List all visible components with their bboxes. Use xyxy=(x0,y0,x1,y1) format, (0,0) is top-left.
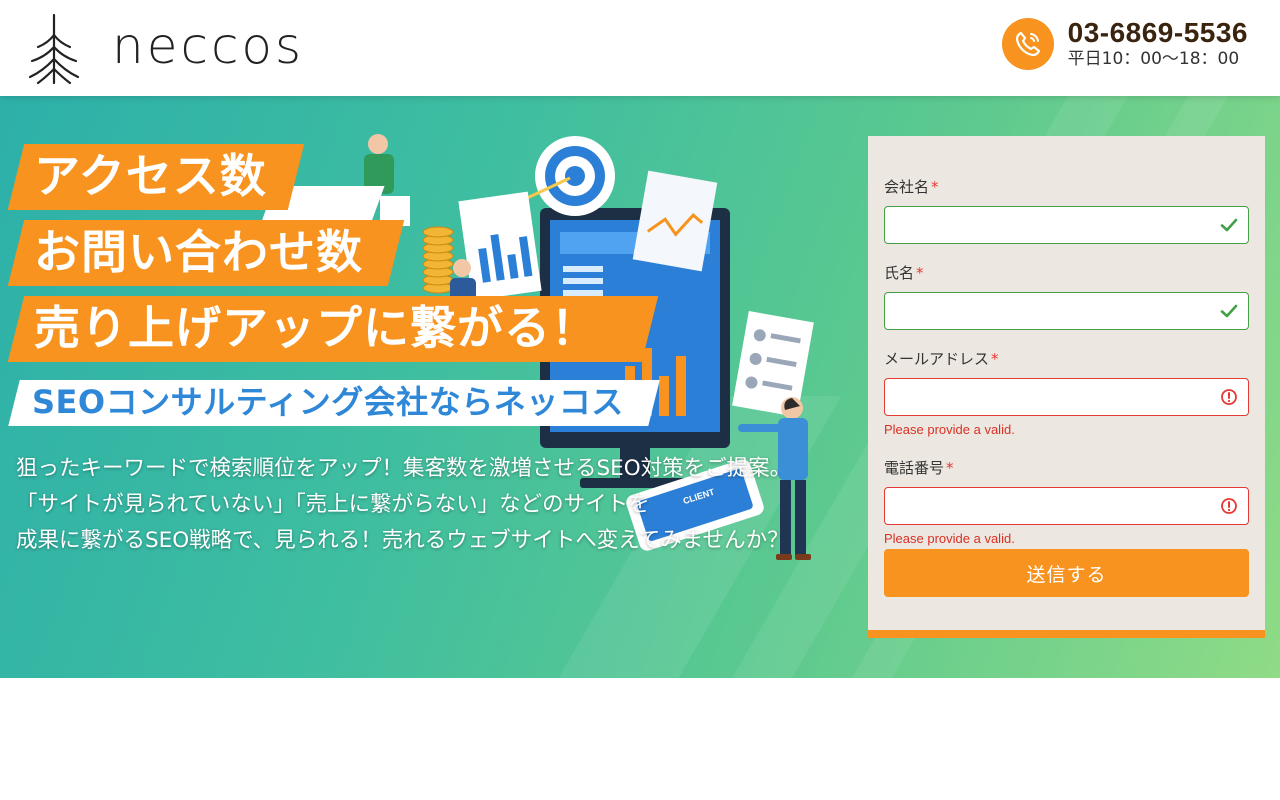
field-label: 氏名 * xyxy=(884,264,924,282)
catch-line-3: 売り上げアップに繋がる！ xyxy=(34,301,598,355)
field-phone: 電話番号 * Please provide a valid. xyxy=(884,457,1249,557)
field-email: メールアドレス * Please provide a valid. xyxy=(884,348,1249,457)
business-hours: 平日10：00〜18：00 xyxy=(1067,49,1240,70)
field-label: メールアドレス * xyxy=(884,350,999,368)
email-error: Please provide a valid. xyxy=(884,422,1015,437)
catch-line-1: アクセス数 xyxy=(34,149,267,203)
phone-error: Please provide a valid. xyxy=(884,531,1015,546)
hero-description: 狙ったキーワードで検索順位をアップ！集客数を激増させるSEO対策をご提案。 「サ… xyxy=(16,451,846,559)
contact-info: 03-6869-5536 平日10：00〜18：00 xyxy=(1001,18,1248,70)
site-header: neccos 03-6869-5536 平日10：00〜18：00 xyxy=(0,0,1280,96)
alert-circle-icon xyxy=(1221,389,1237,405)
description-line: 狙ったキーワードで検索順位をアップ！集客数を激増させるSEO対策をご提案。 xyxy=(16,456,792,481)
catch-line-2: お問い合わせ数 xyxy=(34,225,363,279)
field-label: 会社名 * xyxy=(884,178,939,196)
field-company: 会社名 * xyxy=(884,176,1249,262)
contact-form: 会社名 * 氏名 * メールアドレス * Please provide a valid… xyxy=(868,136,1265,638)
logo[interactable]: neccos xyxy=(28,12,358,86)
description-line: 成果に繋がるSEO戦略で、見られる！売れるウェブサイトへ変えてみませんか？ xyxy=(16,528,789,553)
check-icon xyxy=(1220,304,1238,318)
logo-tree-icon xyxy=(28,13,80,85)
phone-number[interactable]: 03-6869-5536 xyxy=(1068,18,1248,49)
hero-subtitle: SEOコンサルティング会社ならネッコス xyxy=(32,383,624,421)
field-name: 氏名 * xyxy=(884,262,1249,348)
company-name-input[interactable] xyxy=(884,206,1249,244)
name-input[interactable] xyxy=(884,292,1249,330)
field-label: 電話番号 * xyxy=(884,459,954,477)
logo-text: neccos xyxy=(112,17,305,75)
hero-section: CLIENT アクセス数 お問い合わせ数 売り上げアップに繋がる！ SEOコンサ… xyxy=(0,96,1280,678)
check-icon xyxy=(1220,218,1238,232)
submit-button[interactable]: 送信する xyxy=(884,549,1249,597)
email-input[interactable] xyxy=(884,378,1249,416)
phone-icon xyxy=(1001,18,1054,70)
phone-input[interactable] xyxy=(884,487,1249,525)
alert-circle-icon xyxy=(1221,498,1237,514)
description-line: 「サイトが見られていない」「売上に繋がらない」などのサイトを xyxy=(16,492,650,517)
